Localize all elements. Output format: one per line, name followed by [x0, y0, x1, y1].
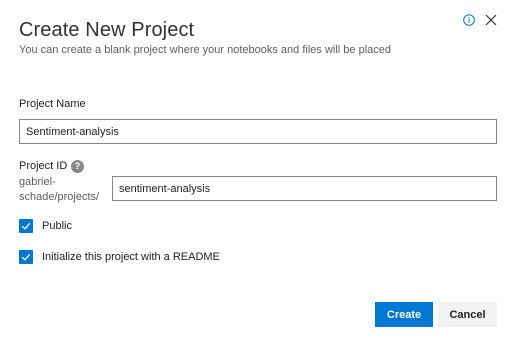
- readme-checkbox[interactable]: [19, 250, 33, 264]
- help-icon[interactable]: ?: [71, 160, 84, 173]
- project-name-input[interactable]: [19, 119, 497, 144]
- checkmark-icon: [21, 222, 31, 230]
- info-icon[interactable]: [463, 14, 475, 26]
- project-id-label: Project ID: [19, 160, 68, 172]
- close-icon[interactable]: [485, 14, 497, 26]
- project-id-prefix: gabriel-schade/projects/: [19, 176, 100, 203]
- dialog-title: Create New Project: [19, 19, 195, 41]
- public-label: Public: [42, 220, 72, 232]
- project-id-input[interactable]: [112, 176, 497, 201]
- create-button[interactable]: Create: [375, 302, 433, 327]
- readme-label: Initialize this project with a README: [42, 251, 220, 263]
- checkmark-icon: [21, 253, 31, 261]
- create-project-dialog: Create New Project You can create a blan…: [0, 0, 509, 346]
- dialog-subtitle: You can create a blank project where you…: [19, 44, 391, 56]
- cancel-button[interactable]: Cancel: [438, 302, 497, 327]
- project-name-label: Project Name: [19, 98, 86, 110]
- public-checkbox[interactable]: [19, 219, 33, 233]
